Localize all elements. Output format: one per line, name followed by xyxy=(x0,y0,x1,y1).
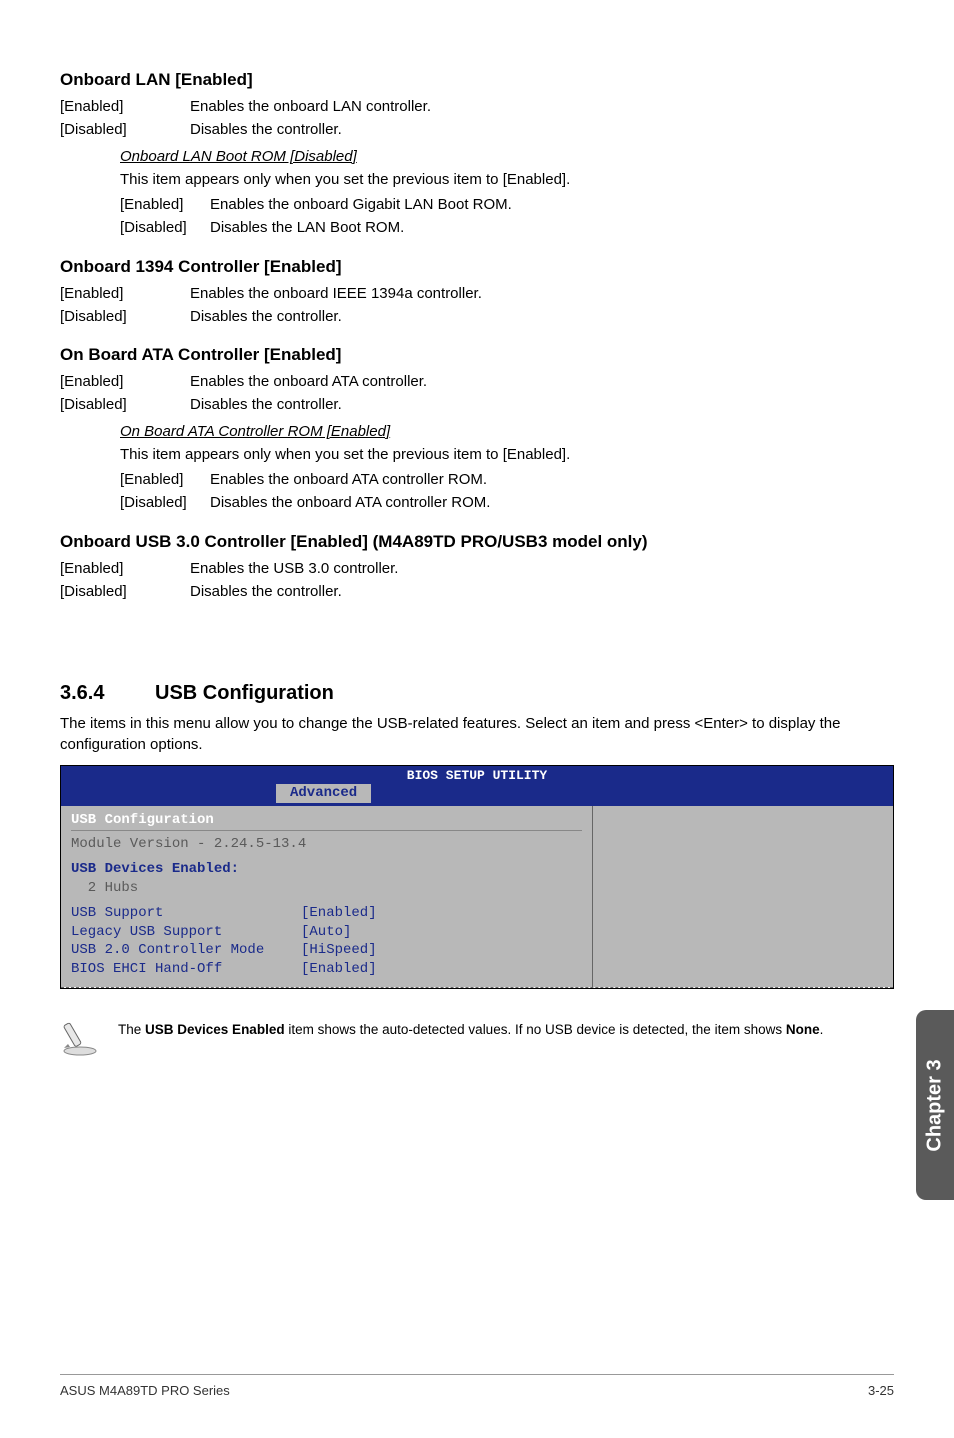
sub-key: [Enabled] xyxy=(120,194,210,217)
heading-number: 3.6.4 xyxy=(60,682,155,705)
kv-key: [Disabled] xyxy=(60,119,190,140)
bios-setting-row: BIOS EHCI Hand-Off[Enabled] xyxy=(71,960,582,979)
sub-key: [Enabled] xyxy=(120,469,210,492)
bios-module-version: Module Version - 2.24.5-13.4 xyxy=(71,835,582,854)
heading-title: USB Configuration xyxy=(155,682,334,704)
bios-setting-label: Legacy USB Support xyxy=(71,923,301,942)
kv-row: [Enabled] Enables the onboard IEEE 1394a… xyxy=(60,283,894,304)
bios-setting-row: USB Support[Enabled] xyxy=(71,904,582,923)
kv-key: [Enabled] xyxy=(60,558,190,579)
section-onboard-1394: Onboard 1394 Controller [Enabled] [Enabl… xyxy=(60,257,894,327)
kv-row: [Enabled] Enables the USB 3.0 controller… xyxy=(60,558,894,579)
note-pre: The xyxy=(118,1022,145,1037)
bios-devices-line: 2 Hubs xyxy=(71,879,582,898)
bios-header: BIOS SETUP UTILITY Advanced xyxy=(61,766,893,806)
sub-kv: [Disabled] Disables the onboard ATA cont… xyxy=(120,492,894,515)
pencil-note-icon xyxy=(60,1017,100,1062)
note-post: . xyxy=(820,1022,824,1037)
kv-row: [Disabled] Disables the controller. xyxy=(60,581,894,602)
footer-left: ASUS M4A89TD PRO Series xyxy=(60,1383,230,1398)
sub-heading: On Board ATA Controller ROM [Enabled] xyxy=(120,423,894,440)
kv-row: [Enabled] Enables the onboard LAN contro… xyxy=(60,96,894,117)
usb-config-intro: The items in this menu allow you to chan… xyxy=(60,713,894,755)
bios-right-pane xyxy=(593,806,893,987)
sub-text: This item appears only when you set the … xyxy=(120,169,894,190)
sub-val: Enables the onboard Gigabit LAN Boot ROM… xyxy=(210,194,894,217)
kv-key: [Enabled] xyxy=(60,96,190,117)
kv-key: [Disabled] xyxy=(60,394,190,415)
chapter-side-tab: Chapter 3 xyxy=(916,1010,954,1200)
note-mid: item shows the auto-detected values. If … xyxy=(285,1022,786,1037)
bios-tab-advanced: Advanced xyxy=(276,784,371,803)
chapter-label: Chapter 3 xyxy=(924,1059,947,1151)
bios-config-title: USB Configuration xyxy=(71,812,582,831)
note-bold-1: USB Devices Enabled xyxy=(145,1022,285,1037)
kv-val: Disables the controller. xyxy=(190,306,894,327)
bios-setting-label: USB Support xyxy=(71,904,301,923)
kv-val: Enables the onboard ATA controller. xyxy=(190,371,894,392)
heading-usb-config: 3.6.4USB Configuration xyxy=(60,682,894,705)
note-text: The USB Devices Enabled item shows the a… xyxy=(118,1017,823,1040)
note-bold-2: None xyxy=(786,1022,820,1037)
bios-setting-value: [Enabled] xyxy=(301,961,377,977)
sub-val: Enables the onboard ATA controller ROM. xyxy=(210,469,894,492)
sub-block: Onboard LAN Boot ROM [Disabled] This ite… xyxy=(120,148,894,239)
bios-bottom-border xyxy=(61,987,893,988)
kv-key: [Enabled] xyxy=(60,371,190,392)
bios-setting-label: USB 2.0 Controller Mode xyxy=(71,941,301,960)
sub-heading: Onboard LAN Boot ROM [Disabled] xyxy=(120,148,894,165)
heading-onboard-lan: Onboard LAN [Enabled] xyxy=(60,70,894,90)
kv-key: [Disabled] xyxy=(60,581,190,602)
kv-row: [Disabled] Disables the controller. xyxy=(60,394,894,415)
section-onboard-lan: Onboard LAN [Enabled] [Enabled] Enables … xyxy=(60,70,894,239)
kv-key: [Enabled] xyxy=(60,283,190,304)
sub-kv: [Enabled] Enables the onboard ATA contro… xyxy=(120,469,894,492)
kv-val: Enables the onboard IEEE 1394a controlle… xyxy=(190,283,894,304)
heading-onboard-ata: On Board ATA Controller [Enabled] xyxy=(60,345,894,365)
note-row: The USB Devices Enabled item shows the a… xyxy=(60,1017,894,1062)
kv-row: [Disabled] Disables the controller. xyxy=(60,119,894,140)
sub-kv: [Enabled] Enables the onboard Gigabit LA… xyxy=(120,194,894,217)
sub-key: [Disabled] xyxy=(120,217,210,240)
page-footer: ASUS M4A89TD PRO Series 3-25 xyxy=(60,1374,894,1398)
bios-devices-heading: USB Devices Enabled: xyxy=(71,860,582,879)
sub-val: Disables the LAN Boot ROM. xyxy=(210,217,894,240)
kv-val: Disables the controller. xyxy=(190,394,894,415)
bios-body: USB Configuration Module Version - 2.24.… xyxy=(61,806,893,987)
kv-val: Disables the controller. xyxy=(190,581,894,602)
footer-right: 3-25 xyxy=(868,1383,894,1398)
kv-val: Disables the controller. xyxy=(190,119,894,140)
heading-onboard-1394: Onboard 1394 Controller [Enabled] xyxy=(60,257,894,277)
sub-block: On Board ATA Controller ROM [Enabled] Th… xyxy=(120,423,894,514)
kv-row: [Enabled] Enables the onboard ATA contro… xyxy=(60,371,894,392)
section-usb-configuration: 3.6.4USB Configuration The items in this… xyxy=(60,682,894,1062)
bios-setting-label: BIOS EHCI Hand-Off xyxy=(71,960,301,979)
kv-val: Enables the onboard LAN controller. xyxy=(190,96,894,117)
bios-left-pane: USB Configuration Module Version - 2.24.… xyxy=(61,806,593,987)
section-onboard-ata: On Board ATA Controller [Enabled] [Enabl… xyxy=(60,345,894,514)
sub-text: This item appears only when you set the … xyxy=(120,444,894,465)
sub-val: Disables the onboard ATA controller ROM. xyxy=(210,492,894,515)
heading-onboard-usb3: Onboard USB 3.0 Controller [Enabled] (M4… xyxy=(60,532,894,552)
bios-setting-row: USB 2.0 Controller Mode[HiSpeed] xyxy=(71,941,582,960)
bios-setting-value: [Enabled] xyxy=(301,905,377,921)
kv-val: Enables the USB 3.0 controller. xyxy=(190,558,894,579)
sub-key: [Disabled] xyxy=(120,492,210,515)
section-onboard-usb3: Onboard USB 3.0 Controller [Enabled] (M4… xyxy=(60,532,894,602)
bios-title: BIOS SETUP UTILITY xyxy=(61,766,893,783)
sub-kv: [Disabled] Disables the LAN Boot ROM. xyxy=(120,217,894,240)
kv-row: [Disabled] Disables the controller. xyxy=(60,306,894,327)
bios-setup-screenshot: BIOS SETUP UTILITY Advanced USB Configur… xyxy=(60,765,894,989)
bios-setting-row: Legacy USB Support[Auto] xyxy=(71,923,582,942)
bios-setting-value: [HiSpeed] xyxy=(301,942,377,958)
bios-setting-value: [Auto] xyxy=(301,924,351,940)
kv-key: [Disabled] xyxy=(60,306,190,327)
